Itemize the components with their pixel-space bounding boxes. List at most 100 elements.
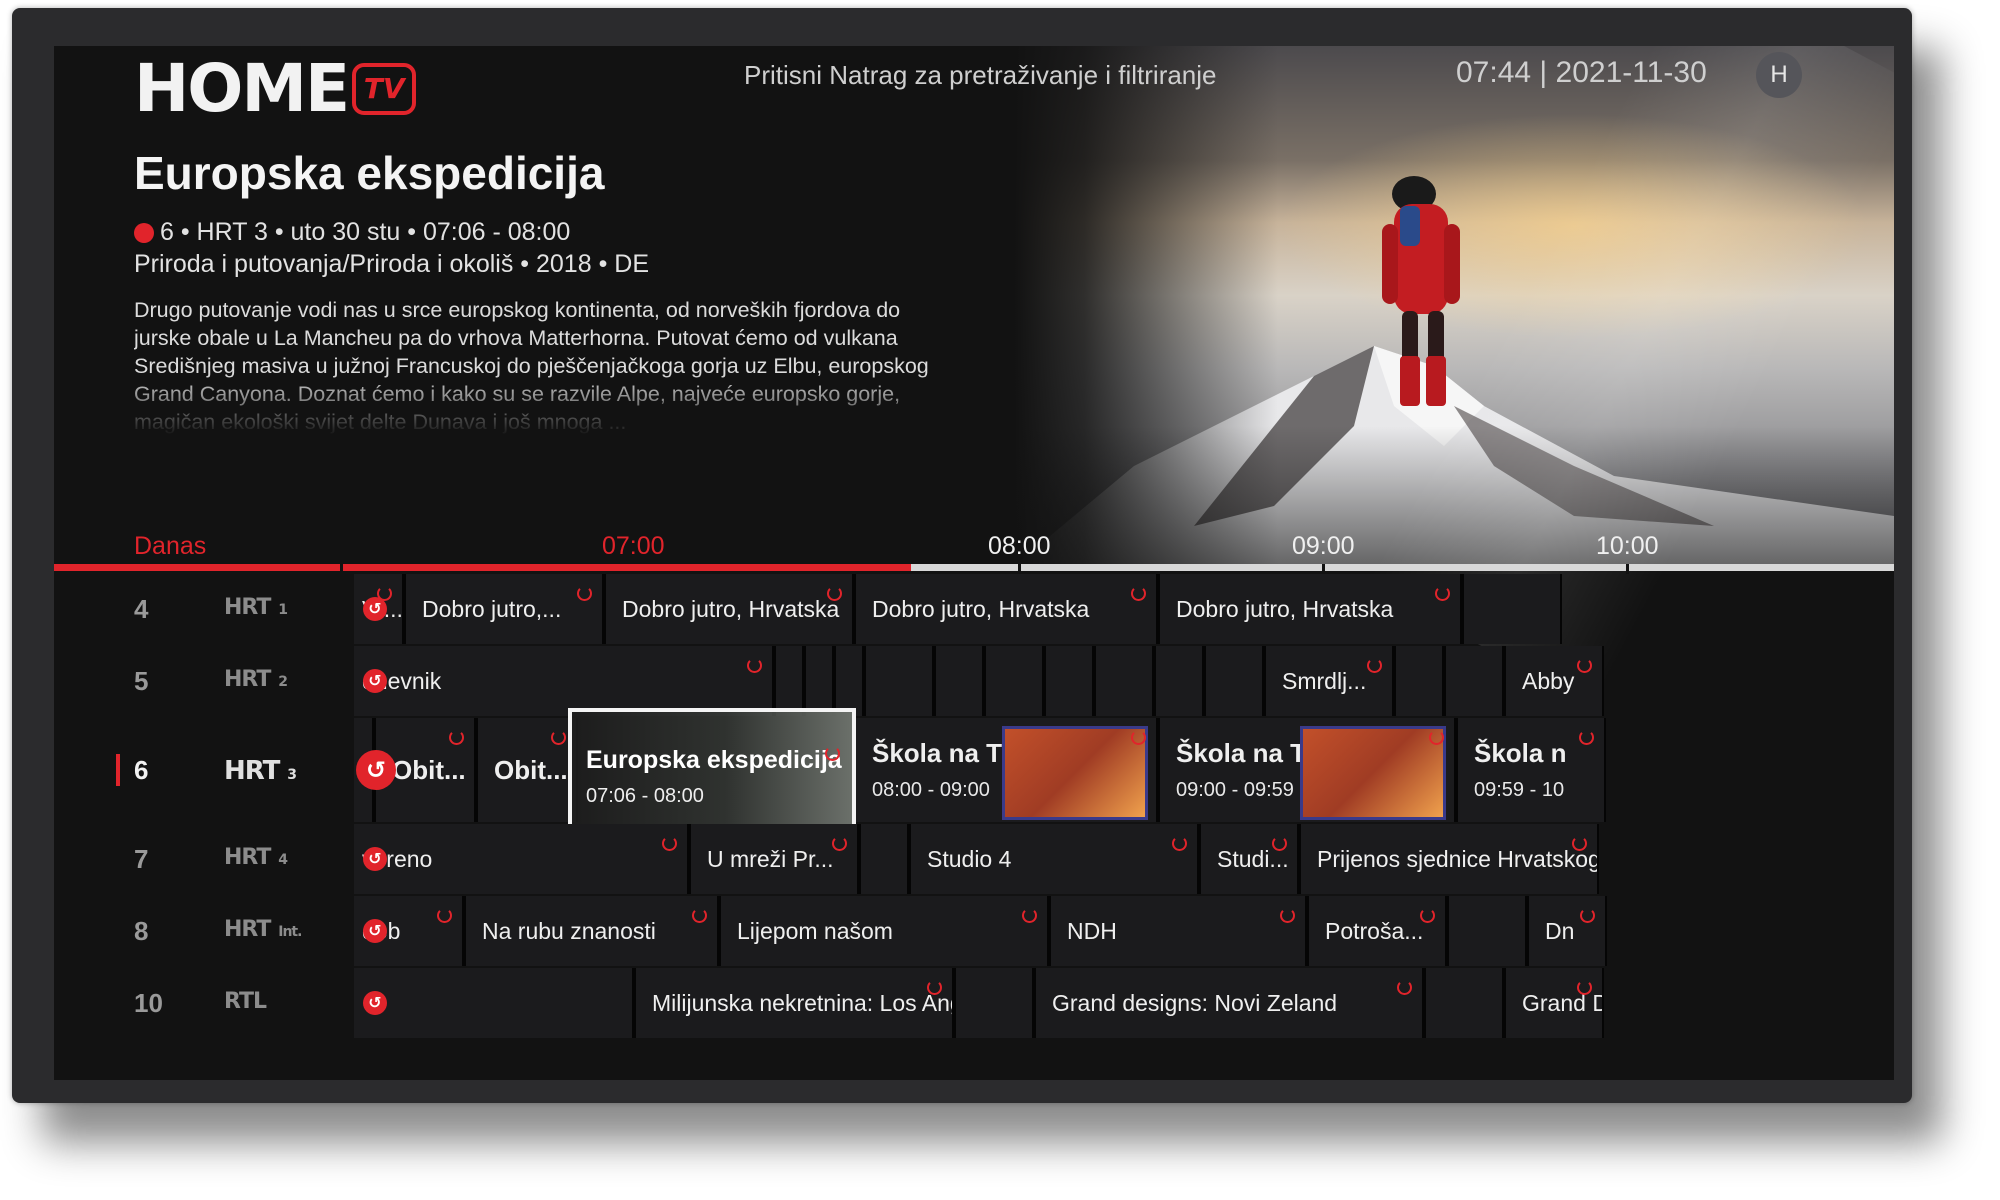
program-cell[interactable]: voreno bbox=[344, 824, 689, 894]
program-cell[interactable] bbox=[954, 968, 1034, 1038]
channel-logo-suffix: 4 bbox=[274, 852, 288, 868]
program-meta-line1: 6 • HRT 3 • uto 30 stu • 07:06 - 08:00 bbox=[134, 218, 570, 247]
program-cell[interactable] bbox=[774, 646, 804, 716]
channel-logo-text: HRT bbox=[224, 756, 280, 786]
channel-logo-suffix: 2 bbox=[274, 674, 288, 690]
program-cell[interactable]: NDH bbox=[1049, 896, 1307, 966]
channel-number: 4 bbox=[134, 594, 149, 624]
program-cell[interactable] bbox=[1447, 896, 1527, 966]
program-cell[interactable]: Dobro jutro, Hrvatska bbox=[604, 574, 854, 644]
replay-mini-icon bbox=[692, 908, 707, 923]
program-cell[interactable] bbox=[1424, 968, 1504, 1038]
program-cell[interactable]: Obit... bbox=[476, 718, 578, 822]
timeline-divider bbox=[340, 564, 343, 574]
program-cell[interactable]: Na rubu znanosti bbox=[464, 896, 719, 966]
timeline-divider bbox=[1018, 564, 1021, 574]
selected-program-title: Europska ekspedicija bbox=[586, 746, 842, 774]
program-cell[interactable] bbox=[859, 824, 909, 894]
program-cell-title: Na rubu znanosti bbox=[482, 917, 656, 944]
program-cell[interactable]: Dobro jutro, Hrvatska bbox=[854, 574, 1158, 644]
program-cell[interactable]: Abby bbox=[1504, 646, 1604, 716]
replay-button-icon[interactable]: ↺ bbox=[363, 597, 387, 621]
program-cell[interactable] bbox=[1462, 574, 1562, 644]
program-cell-title: Dn bbox=[1545, 917, 1575, 944]
program-cell[interactable]: Lijepom našom bbox=[719, 896, 1049, 966]
app-logo: HOME TV bbox=[134, 50, 417, 127]
program-cell[interactable]: Studio 4 bbox=[909, 824, 1199, 894]
channel-row: V ...Dobro jutro,...Dobro jutro, Hrvatsk… bbox=[54, 574, 1894, 644]
channel-logo-suffix: 3 bbox=[283, 767, 297, 783]
replay-mini-icon bbox=[747, 658, 762, 673]
program-meta-channel-time: 6 • HRT 3 • uto 30 stu • 07:06 - 08:00 bbox=[160, 218, 571, 246]
tv-frame: HOME TV Pritisni Natrag za pretraživanje… bbox=[12, 8, 1912, 1103]
channel-column-bg bbox=[54, 824, 354, 894]
profile-avatar[interactable]: H bbox=[1756, 52, 1802, 98]
channel-number: 7 bbox=[134, 844, 149, 874]
program-cell[interactable]: Škola na Trećem 08:00 - 09:00 bbox=[854, 718, 1158, 822]
program-cell[interactable] bbox=[1154, 646, 1204, 716]
channel-row: dob Na rubu znanosti Lijepom našom NDH Potro… bbox=[54, 896, 1894, 966]
program-cell[interactable]: Škola na Trećem 09:00 - 09:59 bbox=[1158, 718, 1456, 822]
program-cell[interactable] bbox=[804, 646, 834, 716]
replay-mini-icon bbox=[1420, 908, 1435, 923]
program-cell[interactable] bbox=[934, 646, 984, 716]
program-cell[interactable] bbox=[984, 646, 1044, 716]
program-cell[interactable]: Studi... bbox=[1199, 824, 1299, 894]
program-cell[interactable]: Potroša... bbox=[1307, 896, 1447, 966]
channel-logo-text: HRT bbox=[224, 917, 271, 942]
program-cell[interactable]: Škola n 09:59 - 10 bbox=[1456, 718, 1606, 822]
timeline-divider bbox=[1322, 564, 1325, 574]
replay-mini-icon bbox=[1280, 908, 1295, 923]
program-cell[interactable]: U mreži Pr... bbox=[689, 824, 859, 894]
timeline-today-label: Danas bbox=[134, 532, 207, 560]
replay-button-icon[interactable]: ↺ bbox=[356, 750, 396, 790]
program-cell[interactable] bbox=[1044, 646, 1094, 716]
program-cell[interactable]: dob bbox=[344, 896, 464, 966]
channel-logo: HRT 1 bbox=[224, 595, 288, 620]
channel-row: dnevnik Smrdlj... Abby 5 HRT 2 ↺ bbox=[54, 646, 1894, 716]
program-cell[interactable]: Dn bbox=[1527, 896, 1607, 966]
replay-mini-icon bbox=[437, 908, 452, 923]
program-cell-title: NDH bbox=[1067, 917, 1117, 944]
replay-mini-icon bbox=[551, 730, 566, 745]
program-cell[interactable]: Dobro jutro, Hrvatska bbox=[1158, 574, 1462, 644]
program-cell[interactable]: Prijenos sjednice Hrvatskog bbox=[1299, 824, 1599, 894]
channel-column-bg bbox=[54, 574, 354, 644]
replay-mini-icon bbox=[1577, 658, 1592, 673]
program-cell[interactable] bbox=[1444, 646, 1504, 716]
replay-button-icon[interactable]: ↺ bbox=[363, 991, 387, 1015]
program-description: Drugo putovanje vodi nas u srce europsko… bbox=[134, 298, 929, 434]
replay-button-icon[interactable]: ↺ bbox=[363, 847, 387, 871]
program-cell[interactable]: Smrdlj... bbox=[1264, 646, 1394, 716]
selected-program-time: 07:06 - 08:00 bbox=[586, 785, 704, 807]
program-cells: dob Na rubu znanosti Lijepom našom NDH Potro… bbox=[344, 896, 1894, 966]
program-cells: V ...Dobro jutro,...Dobro jutro, Hrvatsk… bbox=[344, 574, 1894, 644]
replay-button-icon[interactable]: ↺ bbox=[363, 669, 387, 693]
program-cell-title: Škola n bbox=[1474, 738, 1567, 768]
program-cell[interactable] bbox=[834, 646, 864, 716]
program-cell[interactable]: dnevnik bbox=[344, 646, 774, 716]
program-cell[interactable] bbox=[344, 968, 634, 1038]
program-cell[interactable]: Grand D bbox=[1504, 968, 1604, 1038]
program-cells: Milijunska nekretnina: Los Angeles Grand … bbox=[344, 968, 1894, 1038]
program-cell-title: Dobro jutro, Hrvatska bbox=[622, 595, 840, 622]
program-cell[interactable] bbox=[1394, 646, 1444, 716]
program-cell[interactable]: Milijunska nekretnina: Los Angeles bbox=[634, 968, 954, 1038]
timeline-tick-0700: 07:00 bbox=[602, 532, 665, 560]
program-cell[interactable] bbox=[1204, 646, 1264, 716]
timeline-tick-1000: 10:00 bbox=[1596, 532, 1659, 560]
program-cell[interactable] bbox=[864, 646, 934, 716]
program-cell-title: Abby bbox=[1522, 667, 1575, 694]
replay-button-icon[interactable]: ↺ bbox=[363, 919, 387, 943]
program-cell[interactable]: Dobro jutro,... bbox=[404, 574, 604, 644]
selected-program-info: Europska ekspedicija 07:06 - 08:00 bbox=[586, 746, 842, 808]
replay-mini-icon bbox=[825, 746, 840, 761]
program-cell[interactable]: Grand designs: Novi Zeland bbox=[1034, 968, 1424, 1038]
replay-mini-icon bbox=[577, 586, 592, 601]
selected-program-cell[interactable]: Europska ekspedicija 07:06 - 08:00 bbox=[568, 708, 856, 834]
replay-mini-icon bbox=[1131, 730, 1146, 745]
program-cell[interactable] bbox=[1094, 646, 1154, 716]
channel-logo-text: HRT bbox=[224, 845, 271, 870]
program-cell-title: Lijepom našom bbox=[737, 917, 893, 944]
replay-mini-icon bbox=[1580, 908, 1595, 923]
